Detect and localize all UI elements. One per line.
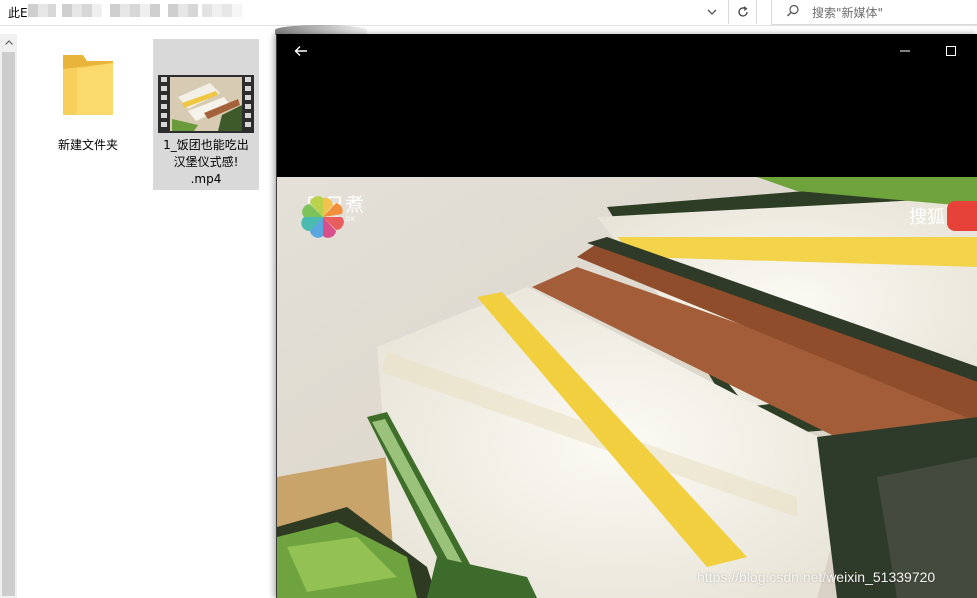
file-name: 新建文件夹 [57, 138, 118, 152]
search-input[interactable]: 搜索"新媒体" [812, 4, 883, 21]
back-button[interactable] [285, 40, 317, 62]
search-box[interactable]: 搜索"新媒体" [771, 0, 977, 25]
explorer-toolbar: 此E 搜索"新媒体" [0, 0, 977, 26]
file-name: 1_饭团也能吃出 汉堡仪式感! .mp4 [153, 137, 259, 188]
file-name-line: 汉堡仪式感! [173, 155, 239, 169]
blurred-path [28, 4, 56, 17]
sohu-badge-icon [947, 201, 977, 231]
corner-logo-text: 搜狐 [909, 207, 945, 228]
video-player-window[interactable]: 日日煮 DAYDAYCOOK 搜狐 https://blog.csdn.net/… [276, 34, 977, 598]
video-frame[interactable]: 日日煮 DAYDAYCOOK 搜狐 https://blog.csdn.net/… [277, 177, 977, 598]
chevron-down-icon[interactable] [703, 2, 721, 22]
arrow-left-icon [294, 46, 307, 56]
file-item-video[interactable]: 1_饭团也能吃出 汉堡仪式感! .mp4 [153, 39, 259, 190]
blurred-path [168, 4, 198, 17]
minimize-icon [900, 50, 910, 52]
pinwheel-logo-icon [301, 196, 344, 238]
address-bar[interactable]: 此E [0, 0, 729, 24]
video-frame-image [277, 177, 977, 598]
minimize-button[interactable] [889, 40, 921, 62]
search-icon [786, 4, 800, 21]
blurred-path [202, 4, 242, 17]
brand-logo: 日日煮 DAYDAYCOOK [301, 195, 365, 238]
folder-icon [59, 49, 117, 124]
scrollbar-thumb[interactable] [2, 52, 15, 596]
refresh-icon [738, 6, 748, 17]
file-item-folder[interactable]: 新建文件夹 [35, 39, 141, 190]
maximize-icon [946, 46, 956, 56]
file-name-line: .mp4 [190, 172, 222, 186]
blurred-path [110, 4, 160, 17]
address-text: 此E [8, 6, 28, 20]
file-name-line: 1_饭团也能吃出 [163, 138, 249, 152]
maximize-button[interactable] [935, 40, 967, 62]
video-file-icon [158, 75, 254, 138]
vertical-scrollbar[interactable] [0, 34, 17, 598]
scroll-up-arrow-icon[interactable] [0, 34, 17, 50]
blurred-path [62, 4, 102, 17]
refresh-button[interactable] [730, 0, 757, 24]
watermark-text: https://blog.csdn.net/weixin_51339720 [697, 569, 936, 585]
